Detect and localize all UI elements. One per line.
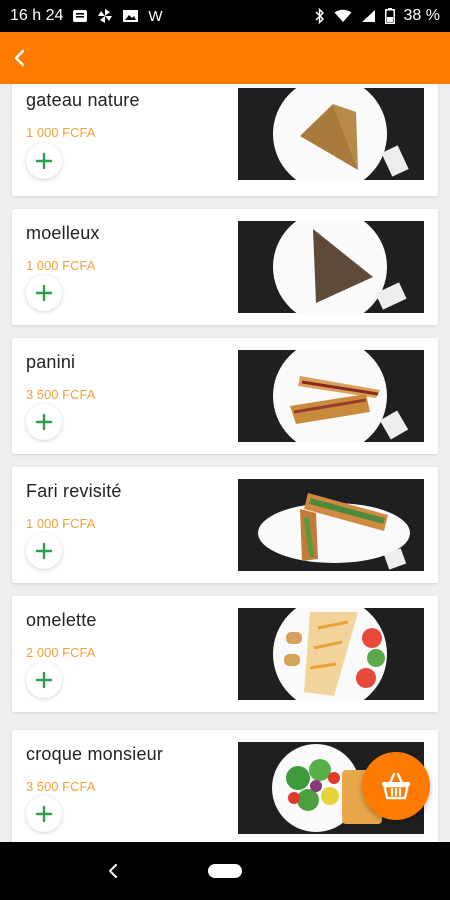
product-card[interactable]: gateau nature 1 000 FCFA bbox=[12, 84, 438, 196]
plus-icon bbox=[35, 152, 53, 170]
product-card[interactable]: Fari revisité 1 000 FCFA bbox=[12, 467, 438, 583]
basket-icon bbox=[382, 772, 410, 800]
plus-icon bbox=[35, 413, 53, 431]
notification-letter: W bbox=[148, 7, 163, 25]
bluetooth-icon bbox=[315, 8, 325, 24]
add-to-cart-button[interactable] bbox=[26, 662, 62, 698]
battery-icon bbox=[384, 8, 395, 24]
app-bar bbox=[0, 32, 450, 84]
add-to-cart-button[interactable] bbox=[26, 143, 62, 179]
product-name: omelette bbox=[26, 610, 97, 630]
status-left: 16 h 24 W bbox=[10, 7, 163, 25]
product-price: 3 500 FCFA bbox=[26, 387, 96, 402]
product-card[interactable]: omelette 2 000 FCFA bbox=[12, 596, 438, 712]
product-image bbox=[238, 221, 424, 313]
cart-button[interactable] bbox=[362, 752, 430, 820]
product-card[interactable]: panini 3 500 FCFA bbox=[12, 338, 438, 454]
chevron-left-icon bbox=[14, 49, 25, 67]
product-price: 1 000 FCFA bbox=[26, 125, 96, 140]
back-button[interactable] bbox=[6, 38, 34, 78]
product-image bbox=[238, 88, 424, 180]
plus-icon bbox=[35, 542, 53, 560]
product-image bbox=[238, 608, 424, 700]
pinwheel-icon bbox=[97, 8, 113, 24]
image-icon bbox=[122, 9, 139, 23]
nav-back-icon bbox=[109, 864, 117, 878]
status-bar: 16 h 24 W 38 % bbox=[0, 0, 450, 32]
product-image bbox=[238, 479, 424, 571]
product-card[interactable]: moelleux 1 000 FCFA bbox=[12, 209, 438, 325]
status-time: 16 h 24 bbox=[10, 7, 64, 24]
product-name: gateau nature bbox=[26, 90, 140, 110]
battery-level: 38 % bbox=[403, 7, 440, 24]
message-icon bbox=[72, 9, 88, 23]
product-price: 3 500 FCFA bbox=[26, 779, 96, 794]
status-right: 38 % bbox=[315, 7, 440, 25]
add-to-cart-button[interactable] bbox=[26, 275, 62, 311]
product-image bbox=[238, 350, 424, 442]
product-name: croque monsieur bbox=[26, 744, 164, 764]
nav-back-button[interactable] bbox=[100, 842, 126, 900]
product-list[interactable]: gateau nature 1 000 FCFA moelleux 1 000 … bbox=[0, 84, 450, 842]
system-nav-bar bbox=[0, 842, 450, 900]
home-pill-icon[interactable] bbox=[208, 864, 242, 878]
product-name: Fari revisité bbox=[26, 481, 122, 501]
wifi-icon bbox=[334, 9, 352, 23]
product-price: 1 000 FCFA bbox=[26, 516, 96, 531]
plus-icon bbox=[35, 671, 53, 689]
add-to-cart-button[interactable] bbox=[26, 533, 62, 569]
add-to-cart-button[interactable] bbox=[26, 796, 62, 832]
signal-icon bbox=[361, 9, 376, 23]
product-price: 2 000 FCFA bbox=[26, 645, 96, 660]
plus-icon bbox=[35, 805, 53, 823]
product-price: 1 000 FCFA bbox=[26, 258, 96, 273]
product-name: panini bbox=[26, 352, 76, 372]
add-to-cart-button[interactable] bbox=[26, 404, 62, 440]
product-name: moelleux bbox=[26, 223, 100, 243]
plus-icon bbox=[35, 284, 53, 302]
